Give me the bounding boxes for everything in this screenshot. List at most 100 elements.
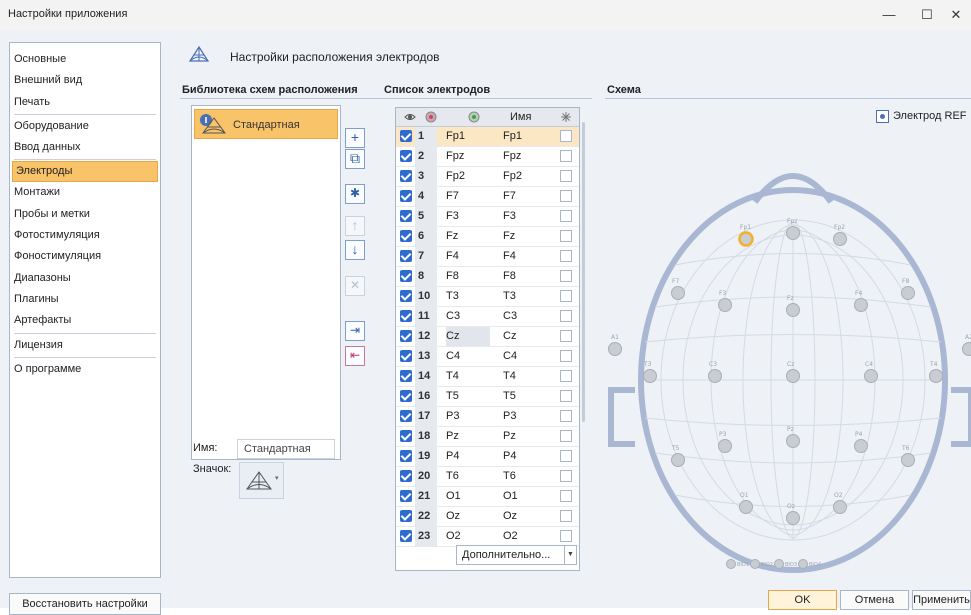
scheme-electrode[interactable]: Cz: [787, 361, 800, 383]
visible-checkbox[interactable]: [400, 410, 412, 422]
electrode-label-cell[interactable]: P3: [446, 407, 490, 426]
ref-checkbox[interactable]: [560, 290, 572, 302]
electrode-dot[interactable]: [834, 501, 847, 514]
scheme-electrode[interactable]: A2: [963, 334, 971, 356]
library-item-standard[interactable]: I Стандартная: [194, 109, 338, 139]
scheme-electrode[interactable]: O2: [834, 492, 847, 514]
scheme-electrode[interactable]: T3: [643, 361, 657, 383]
visible-checkbox[interactable]: [400, 170, 412, 182]
visible-checkbox[interactable]: [400, 150, 412, 162]
table-row[interactable]: 3Fp2Fp2: [396, 167, 579, 187]
table-row[interactable]: 6FzFz: [396, 227, 579, 247]
scheme-electrode[interactable]: C4: [865, 361, 878, 383]
scheme-name-field[interactable]: Стандартная: [237, 439, 335, 459]
visible-checkbox[interactable]: [400, 350, 412, 362]
scheme-icon-picker[interactable]: ▾: [239, 462, 284, 499]
bio-electrode[interactable]: BIO4: [799, 560, 822, 569]
scheme-electrode[interactable]: T5: [671, 445, 685, 467]
visible-checkbox[interactable]: [400, 510, 412, 522]
grid-scrollbar[interactable]: [582, 122, 585, 422]
import-scheme-button[interactable]: ⇥: [345, 321, 365, 341]
electrode-label-cell[interactable]: F8: [446, 267, 490, 286]
electrode-name-cell[interactable]: C3: [503, 307, 553, 326]
ref-checkbox[interactable]: [560, 470, 572, 482]
ref-checkbox[interactable]: [560, 170, 572, 182]
electrode-label-cell[interactable]: Fp2: [446, 167, 490, 186]
electrode-name-cell[interactable]: P4: [503, 447, 553, 466]
sidebar-item-data-input[interactable]: Ввод данных: [10, 137, 160, 158]
ref-checkbox[interactable]: [560, 230, 572, 242]
cancel-button[interactable]: Отмена: [840, 590, 909, 610]
table-row[interactable]: 16T5T5: [396, 387, 579, 407]
electrode-name-cell[interactable]: Fp1: [503, 127, 553, 146]
visible-checkbox[interactable]: [400, 310, 412, 322]
table-row[interactable]: 18PzPz: [396, 427, 579, 447]
electrode-label-cell[interactable]: F7: [446, 187, 490, 206]
sidebar-item-plugins[interactable]: Плагины: [10, 289, 160, 310]
electrode-name-cell[interactable]: Fp2: [503, 167, 553, 186]
scheme-electrode[interactable]: P4: [855, 431, 868, 453]
electrode-label-cell[interactable]: C3: [446, 307, 490, 326]
scheme-electrode[interactable]: A1: [609, 334, 622, 356]
visible-checkbox[interactable]: [400, 210, 412, 222]
electrode-dot[interactable]: [902, 287, 915, 300]
table-row[interactable]: 4F7F7: [396, 187, 579, 207]
sidebar-item-about[interactable]: О программе: [10, 359, 160, 380]
electrode-label-cell[interactable]: Cz: [446, 327, 490, 346]
table-row[interactable]: 14T4T4: [396, 367, 579, 387]
table-row[interactable]: 20T6T6: [396, 467, 579, 487]
scheme-electrode[interactable]: F3: [719, 290, 732, 312]
scheme-electrode[interactable]: Pz: [787, 426, 800, 448]
electrode-label-cell[interactable]: Fz: [446, 227, 490, 246]
scheme-library-list[interactable]: I Стандартная: [191, 105, 341, 460]
electrode-name-cell[interactable]: O2: [503, 527, 553, 546]
scheme-electrode[interactable]: P3: [719, 431, 732, 453]
visible-checkbox[interactable]: [400, 290, 412, 302]
table-row[interactable]: 21O1O1: [396, 487, 579, 507]
electrode-head-diagram[interactable]: Fp1FpzFp2F7F3FzF4F8A1T3C3CzC4T4A2T5P3PzP…: [605, 142, 971, 582]
scheme-electrode[interactable]: T4: [929, 361, 943, 383]
electrode-dot[interactable]: [855, 299, 868, 312]
star-scheme-button[interactable]: ✱: [345, 184, 365, 204]
table-row[interactable]: 13C4C4: [396, 347, 579, 367]
sidebar-item-ranges[interactable]: Диапазоны: [10, 268, 160, 289]
electrode-name-cell[interactable]: Fpz: [503, 147, 553, 166]
scheme-electrode[interactable]: O1: [740, 492, 753, 514]
copy-scheme-button[interactable]: ⧉: [345, 149, 365, 169]
electrode-name-cell[interactable]: Cz: [503, 327, 553, 346]
sidebar-item-general[interactable]: Основные: [10, 49, 160, 70]
bio-electrode-dot[interactable]: [727, 560, 736, 569]
ref-checkbox[interactable]: [560, 310, 572, 322]
bio-electrode-dot[interactable]: [775, 560, 784, 569]
visible-checkbox[interactable]: [400, 230, 412, 242]
sidebar-item-appearance[interactable]: Внешний вид: [10, 70, 160, 91]
electrode-label-cell[interactable]: Fpz: [446, 147, 490, 166]
sidebar-item-hardware[interactable]: Оборудование: [10, 116, 160, 137]
electrode-name-cell[interactable]: F8: [503, 267, 553, 286]
more-dropdown[interactable]: Дополнительно... ▼: [456, 545, 577, 565]
ref-checkbox[interactable]: [560, 530, 572, 542]
ref-checkbox[interactable]: [560, 430, 572, 442]
table-row[interactable]: 23O2O2: [396, 527, 579, 547]
electrode-name-cell[interactable]: P3: [503, 407, 553, 426]
electrode-name-cell[interactable]: F4: [503, 247, 553, 266]
ref-checkbox[interactable]: [560, 330, 572, 342]
electrode-name-cell[interactable]: Oz: [503, 507, 553, 526]
electrode-dot[interactable]: [902, 454, 915, 467]
table-row[interactable]: 17P3P3: [396, 407, 579, 427]
scheme-electrode[interactable]: Fp1: [740, 224, 753, 246]
electrode-name-cell[interactable]: T5: [503, 387, 553, 406]
ref-checkbox[interactable]: [560, 370, 572, 382]
ref-checkbox[interactable]: [560, 390, 572, 402]
electrode-label-cell[interactable]: F4: [446, 247, 490, 266]
ref-checkbox[interactable]: [560, 410, 572, 422]
electrode-label-cell[interactable]: P4: [446, 447, 490, 466]
visible-checkbox[interactable]: [400, 330, 412, 342]
ref-checkbox[interactable]: [560, 450, 572, 462]
visible-checkbox[interactable]: [400, 390, 412, 402]
bio-electrode[interactable]: BIO2: [751, 560, 774, 569]
electrode-dot[interactable]: [787, 227, 800, 240]
electrode-dot[interactable]: [672, 287, 685, 300]
table-row[interactable]: 8F8F8: [396, 267, 579, 287]
table-row[interactable]: 19P4P4: [396, 447, 579, 467]
